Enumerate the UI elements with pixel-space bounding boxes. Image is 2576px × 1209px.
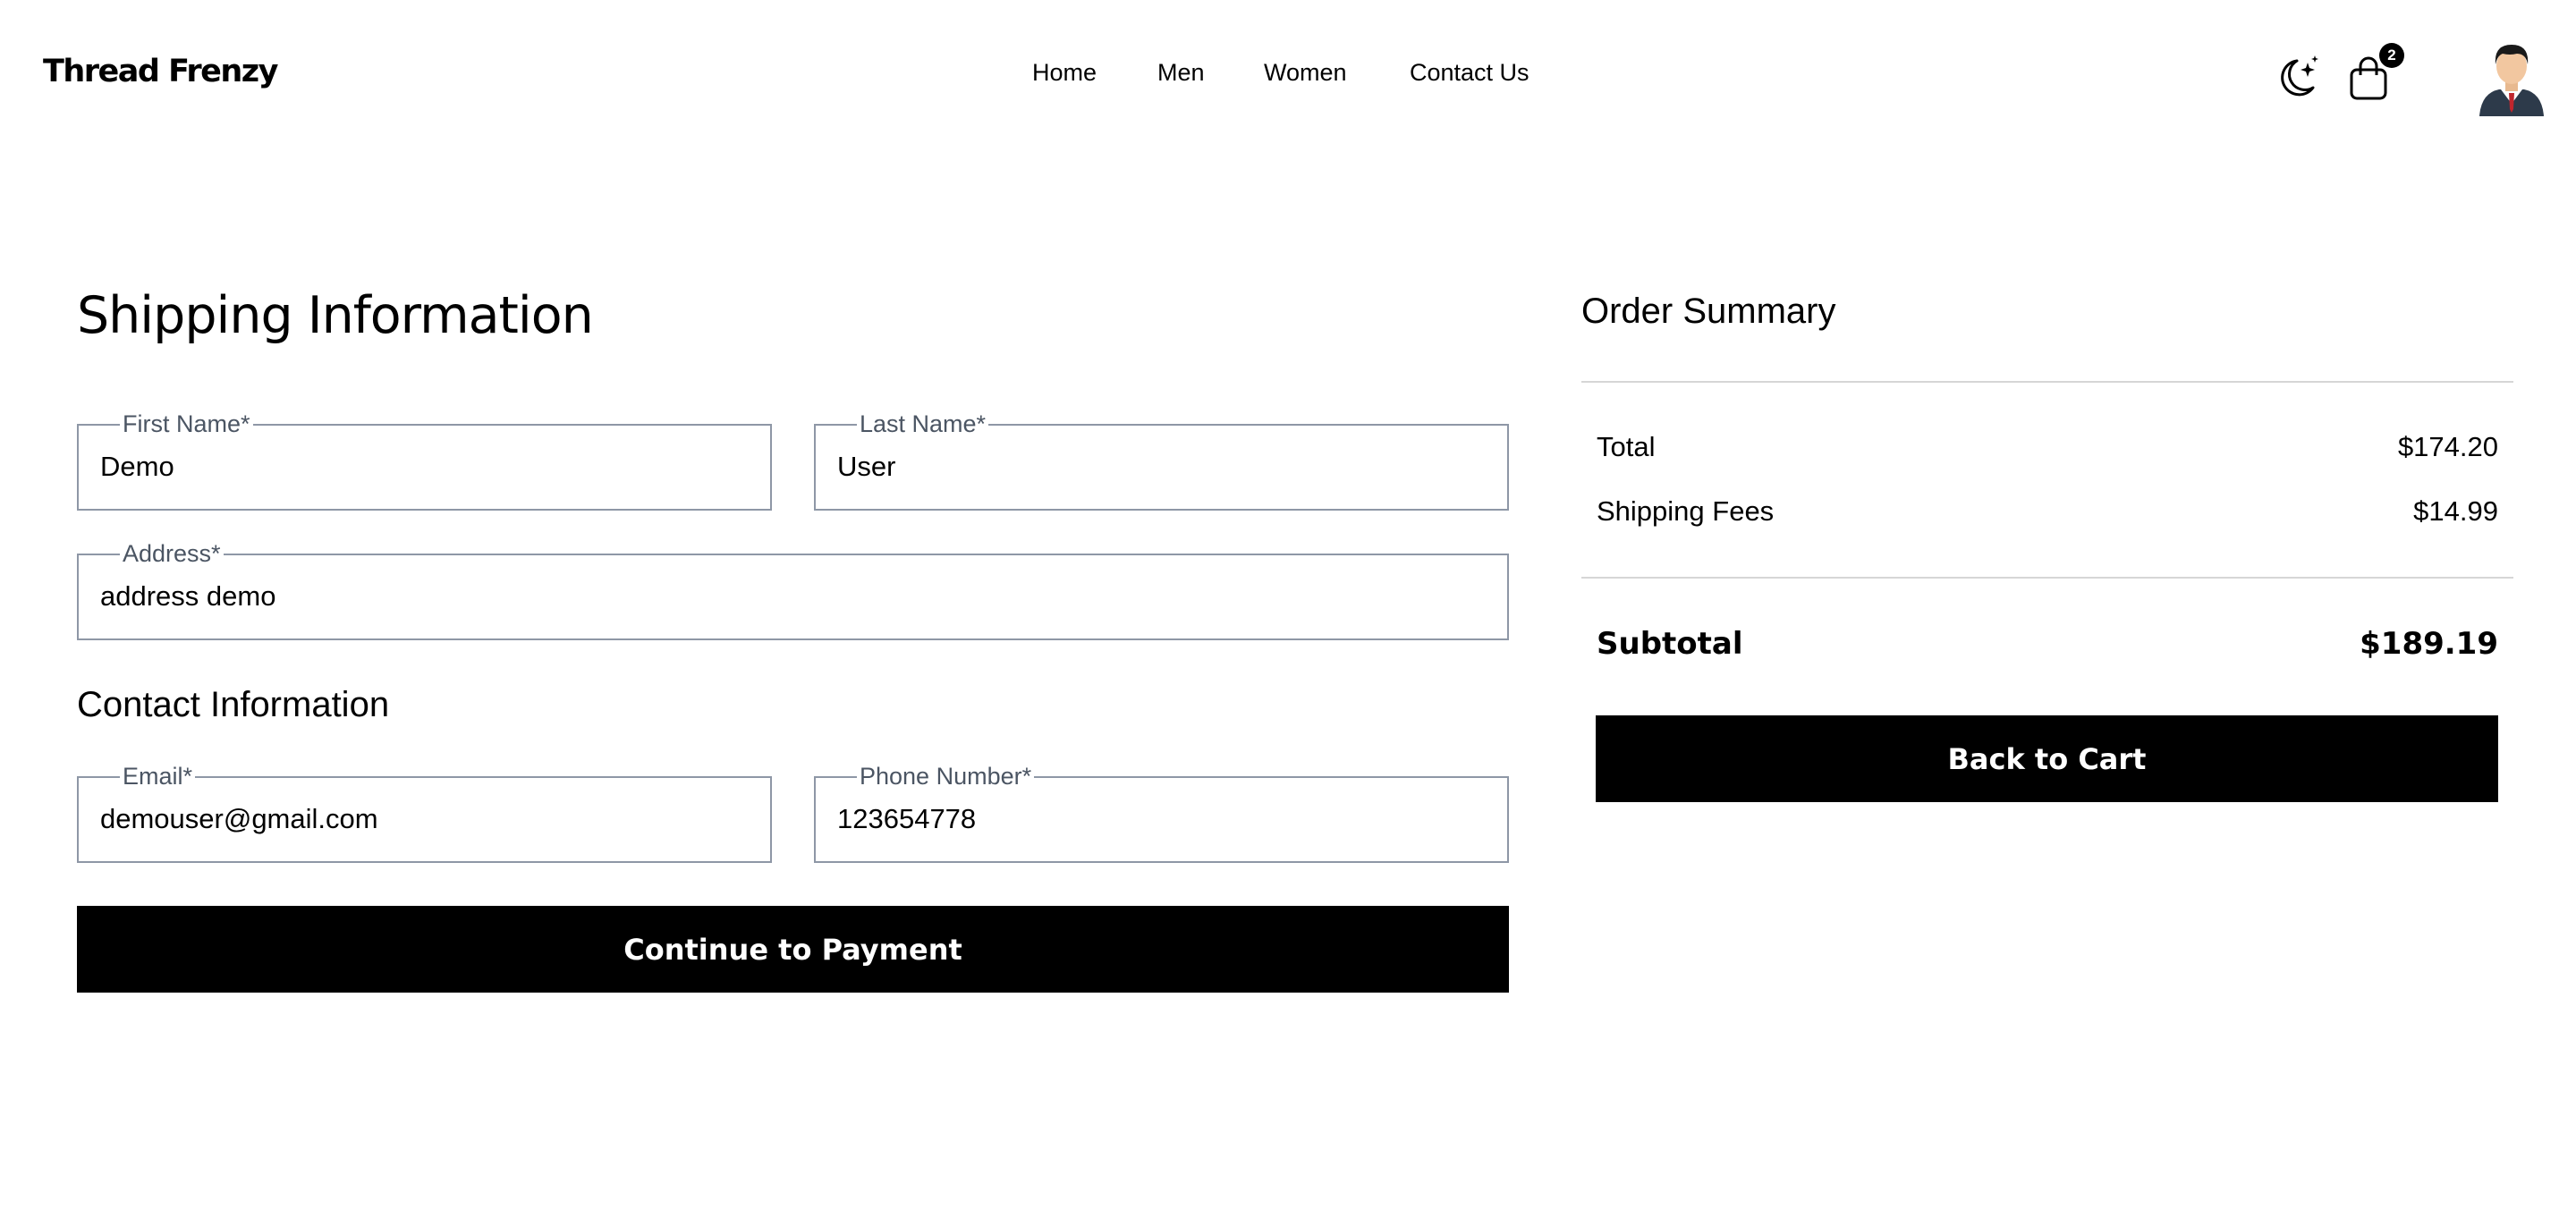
shipping-fees-label: Shipping Fees (1597, 495, 1775, 527)
phone-label: Phone Number* (857, 763, 1035, 790)
subtotal-label: Subtotal (1597, 626, 1743, 662)
user-avatar[interactable] (2478, 39, 2546, 116)
last-name-label: Last Name* (857, 410, 989, 437)
site-logo[interactable]: Thread Frenzy (43, 54, 278, 89)
summary-divider-bottom (1581, 577, 2513, 579)
nav-men-link[interactable]: Men (1157, 59, 1205, 87)
address-input[interactable] (100, 580, 1484, 613)
phone-field[interactable]: Phone Number* (814, 763, 1509, 863)
first-name-field[interactable]: First Name* (77, 410, 772, 511)
last-name-input[interactable] (837, 451, 1484, 483)
first-name-label: First Name* (120, 410, 253, 437)
email-input[interactable] (100, 803, 747, 835)
address-label: Address* (120, 540, 224, 567)
email-field[interactable]: Email* (77, 763, 772, 863)
nav-contact-link[interactable]: Contact Us (1410, 59, 1530, 87)
nav-women-link[interactable]: Women (1264, 59, 1347, 87)
subtotal-value: $189.19 (2360, 626, 2498, 662)
shipping-title: Shipping Information (77, 286, 594, 345)
total-value: $174.20 (2397, 431, 2498, 462)
back-to-cart-button[interactable]: Back to Cart (1596, 715, 2498, 802)
shipping-fees-value: $14.99 (2413, 495, 2498, 527)
summary-subtotal-row: Subtotal $189.19 (1597, 626, 2498, 662)
cart-count-badge: 2 (2379, 43, 2404, 68)
summary-divider-top (1581, 381, 2513, 383)
order-summary-title: Order Summary (1581, 292, 1836, 331)
dark-mode-toggle-icon[interactable] (2277, 54, 2320, 100)
nav-home-link[interactable]: Home (1032, 59, 1097, 87)
last-name-field[interactable]: Last Name* (814, 410, 1509, 511)
contact-title: Contact Information (77, 685, 390, 724)
address-field[interactable]: Address* (77, 540, 1509, 640)
email-label: Email* (120, 763, 196, 790)
phone-input[interactable] (837, 803, 1484, 835)
summary-total-row: Total $174.20 (1597, 431, 2498, 463)
first-name-input[interactable] (100, 451, 747, 483)
continue-to-payment-button[interactable]: Continue to Payment (77, 906, 1509, 993)
site-header: Thread Frenzy Home Men Women Contact Us … (0, 0, 2576, 156)
summary-shipping-row: Shipping Fees $14.99 (1597, 495, 2498, 528)
total-label: Total (1597, 431, 1656, 462)
